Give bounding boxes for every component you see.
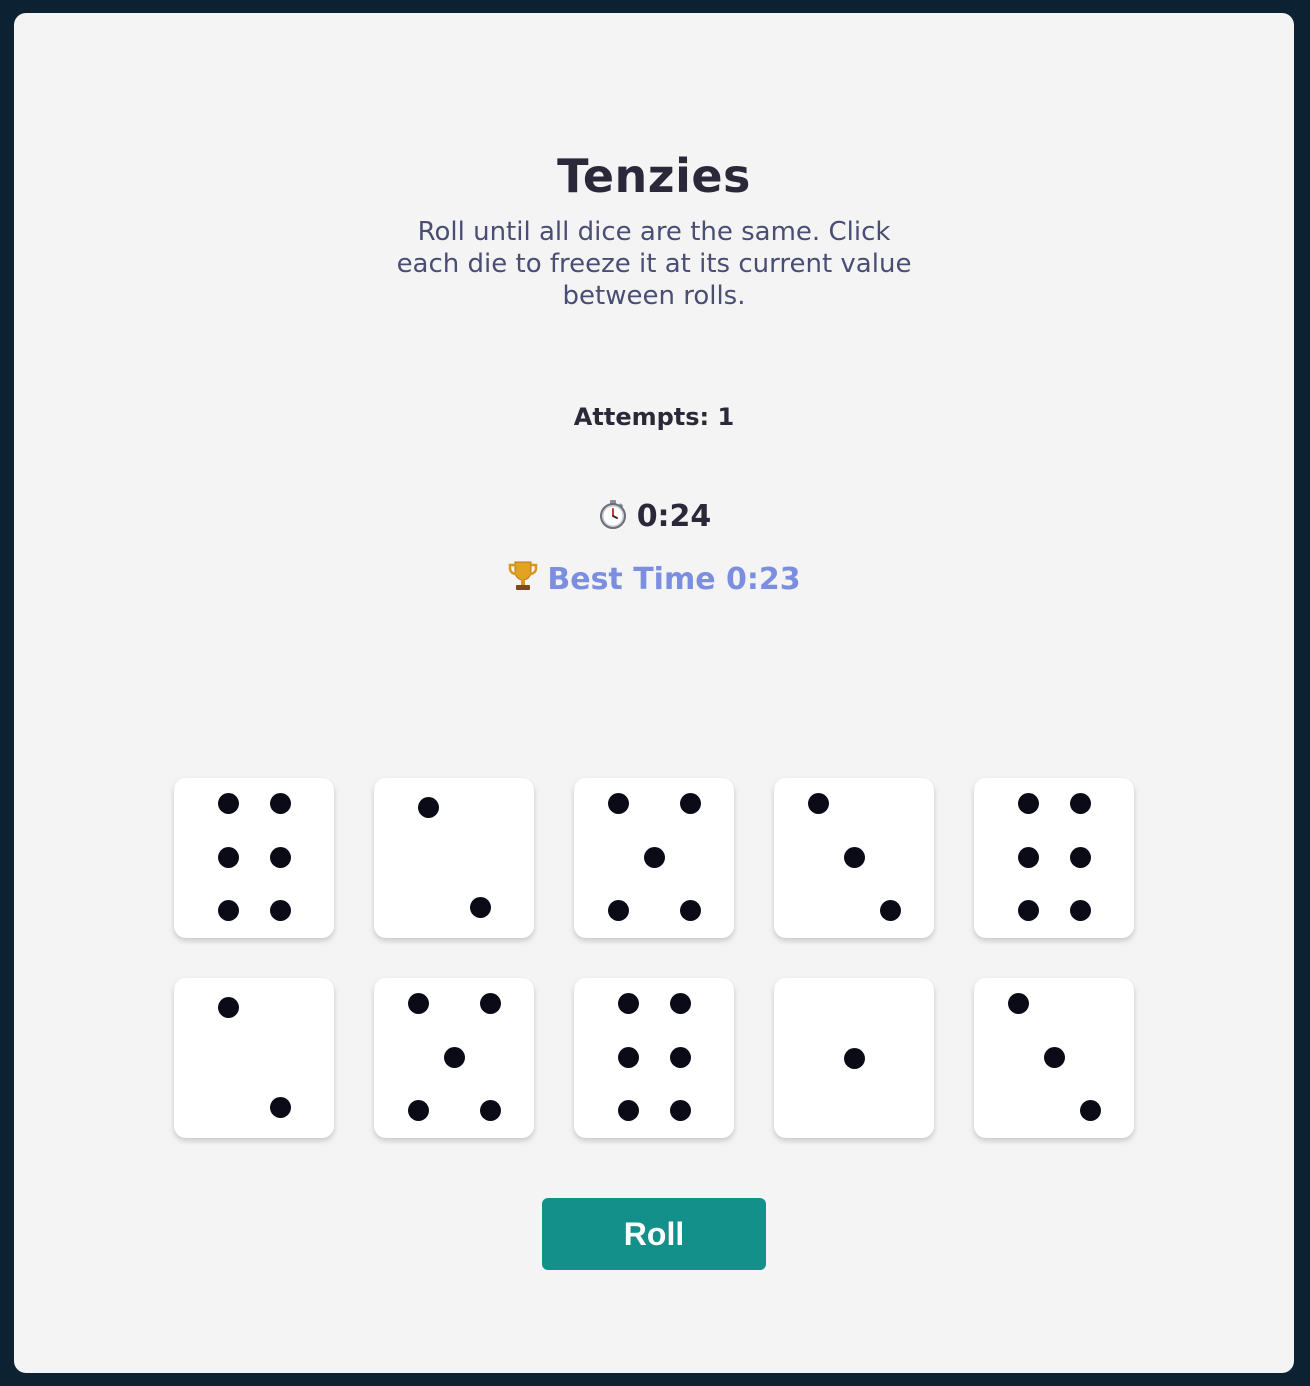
timer-value: 0:24	[636, 499, 712, 534]
die-pip	[407, 1099, 429, 1121]
die-pip	[843, 1047, 865, 1069]
die-5[interactable]	[974, 778, 1134, 938]
stopwatch-icon	[597, 498, 629, 538]
die-3[interactable]	[574, 778, 734, 938]
attempts-counter: Attempts: 1	[573, 403, 735, 431]
die-pip	[1017, 899, 1039, 921]
die-pip	[1079, 1099, 1101, 1121]
die-pip	[679, 792, 701, 814]
best-time: Best Time 0:23	[14, 559, 1294, 601]
instructions: Roll until all dice are the same. Click …	[396, 217, 912, 311]
die-pip	[217, 996, 239, 1018]
die-pip	[269, 1096, 291, 1118]
die-pip	[217, 792, 239, 814]
die-pip	[217, 899, 239, 921]
die-10[interactable]	[974, 978, 1134, 1138]
die-7[interactable]	[374, 978, 534, 1138]
die-pip	[1069, 899, 1091, 921]
die-pip	[269, 846, 291, 868]
die-9[interactable]	[774, 978, 934, 1138]
game-card: Tenzies Roll until all dice are the same…	[14, 13, 1294, 1373]
page-title: Tenzies	[557, 149, 751, 203]
die-pip	[269, 792, 291, 814]
die-6[interactable]	[174, 978, 334, 1138]
die-1[interactable]	[174, 778, 334, 938]
die-pip	[1069, 846, 1091, 868]
die-pip	[1043, 1046, 1065, 1068]
die-pip	[607, 792, 629, 814]
die-pip	[1017, 846, 1039, 868]
die-pip	[479, 1099, 501, 1121]
die-pip	[607, 899, 629, 921]
die-pip	[1007, 992, 1029, 1014]
die-pip	[669, 992, 691, 1014]
die-2[interactable]	[374, 778, 534, 938]
die-pip	[843, 846, 865, 868]
best-time-value: Best Time 0:23	[547, 562, 801, 597]
die-pip	[443, 1046, 465, 1068]
die-4[interactable]	[774, 778, 934, 938]
roll-button[interactable]: Roll	[542, 1198, 766, 1270]
die-pip	[617, 992, 639, 1014]
die-pip	[217, 846, 239, 868]
die-pip	[469, 896, 491, 918]
die-pip	[479, 992, 501, 1014]
trophy-icon	[507, 559, 539, 601]
die-pip	[617, 1099, 639, 1121]
die-pip	[807, 792, 829, 814]
timer: 0:24	[14, 498, 1294, 538]
die-8[interactable]	[574, 978, 734, 1138]
die-pip	[669, 1099, 691, 1121]
die-pip	[417, 796, 439, 818]
die-pip	[407, 992, 429, 1014]
die-pip	[879, 899, 901, 921]
die-pip	[269, 899, 291, 921]
die-pip	[669, 1046, 691, 1068]
die-pip	[1017, 792, 1039, 814]
die-pip	[679, 899, 701, 921]
die-pip	[617, 1046, 639, 1068]
die-pip	[1069, 792, 1091, 814]
die-pip	[643, 846, 665, 868]
